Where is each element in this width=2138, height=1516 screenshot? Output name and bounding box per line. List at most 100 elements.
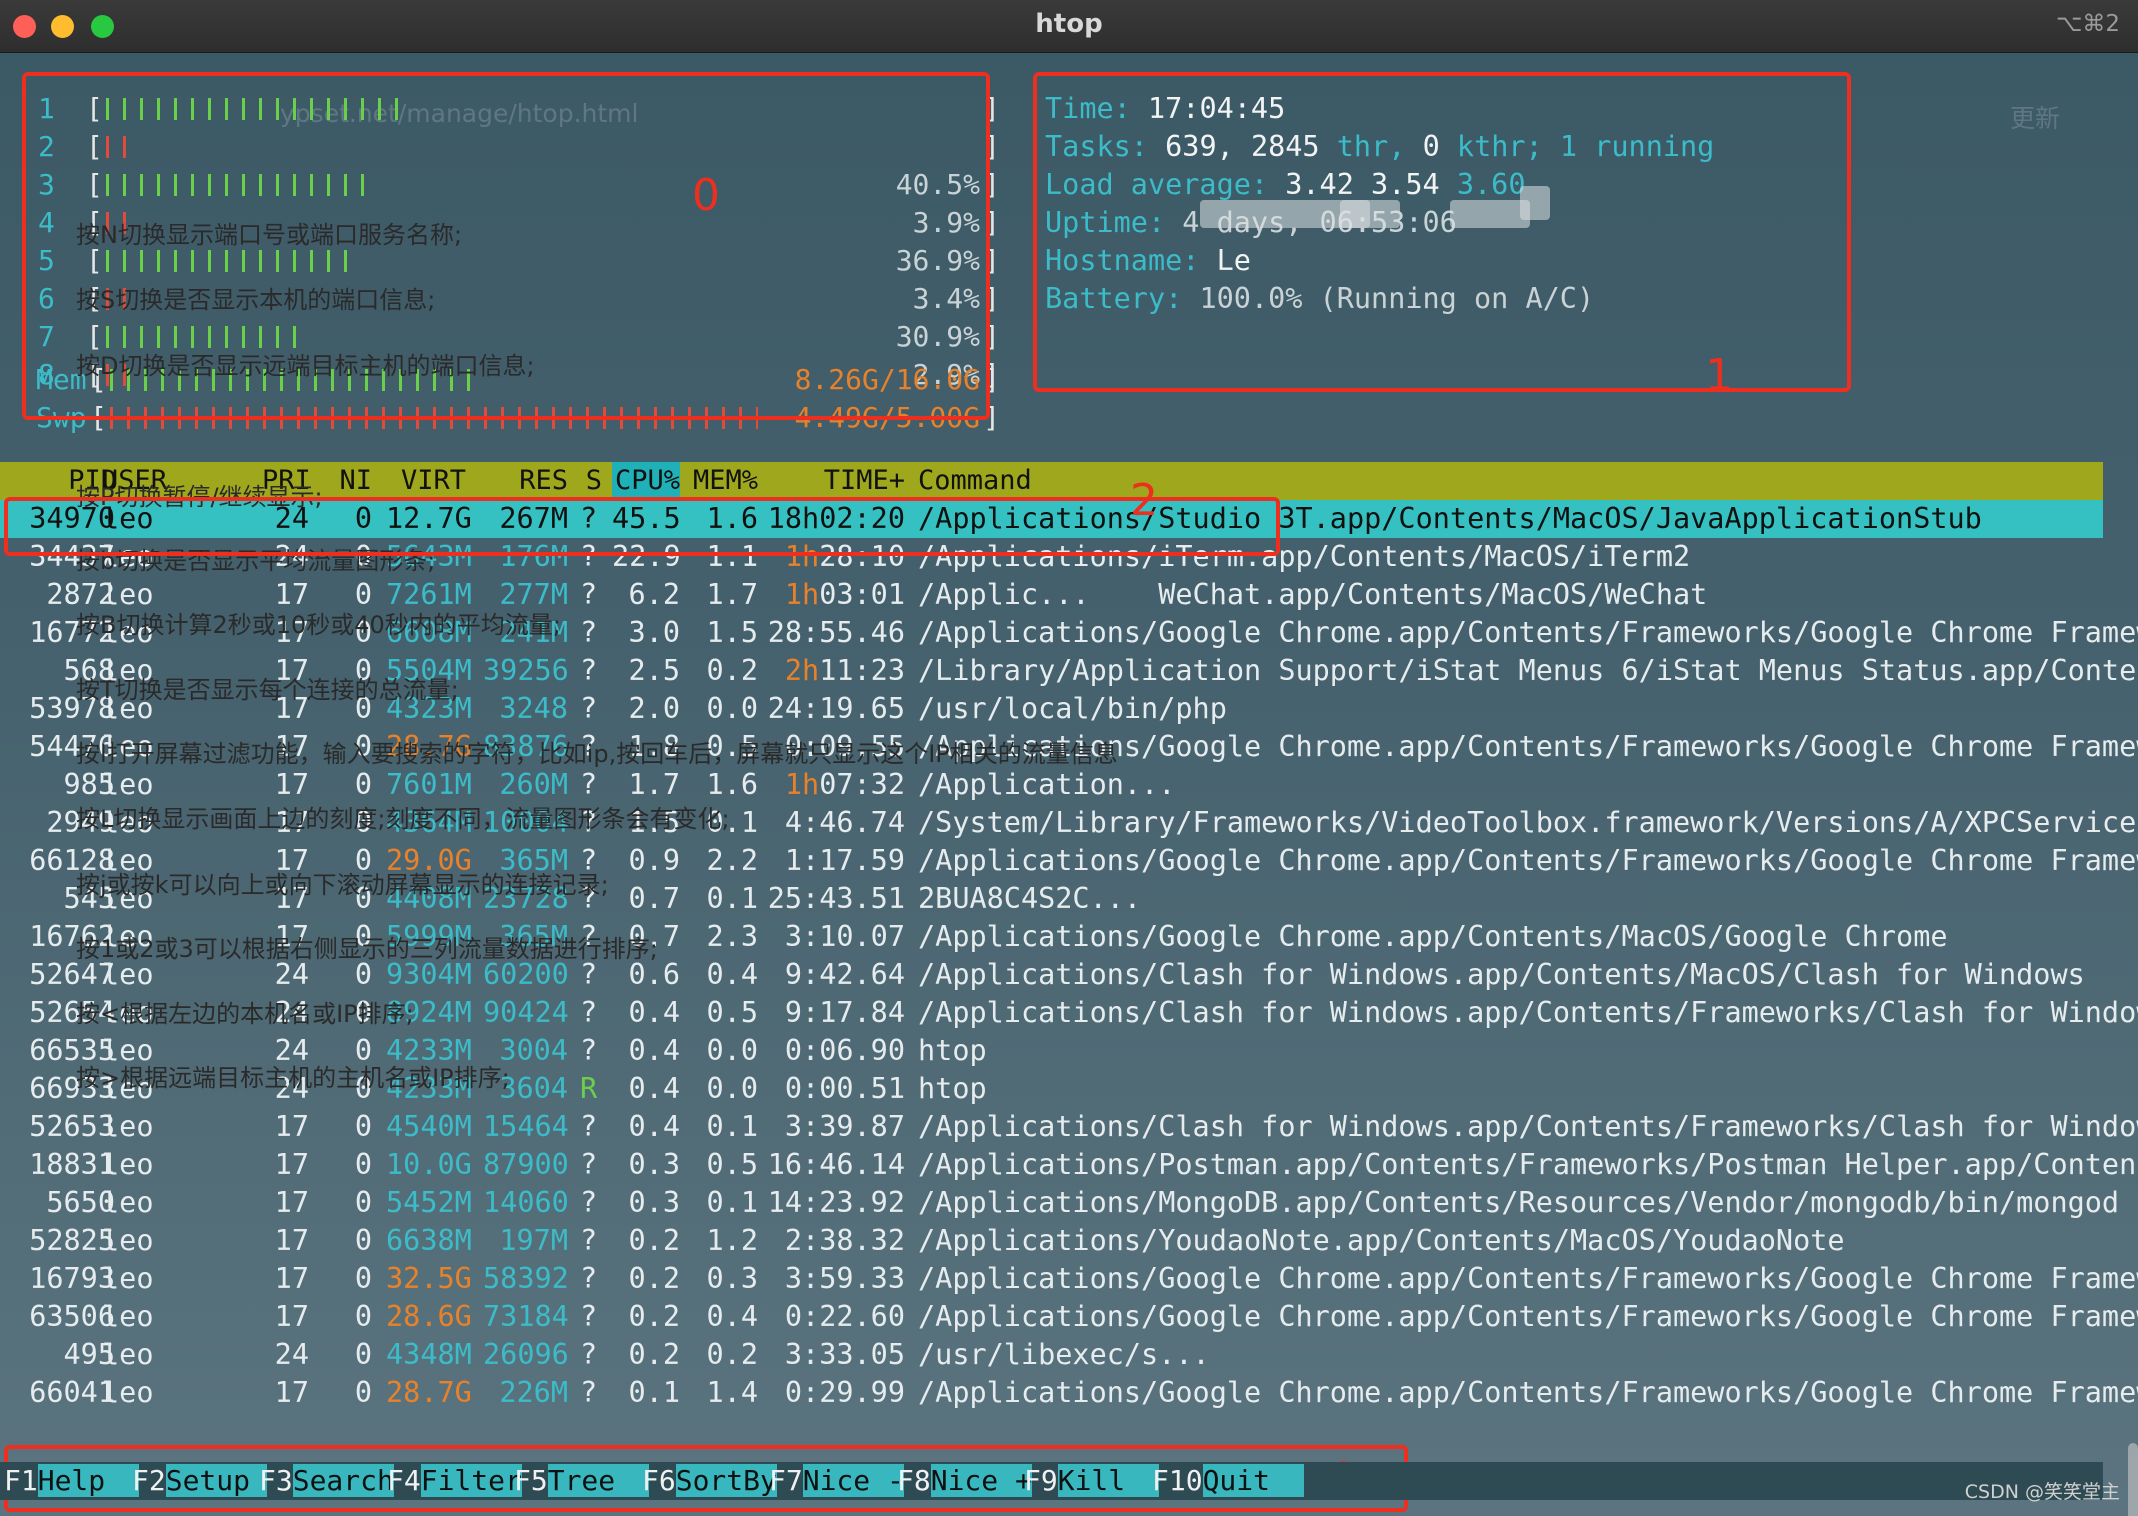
- process-ni: 0: [354, 1148, 372, 1181]
- help-note: 按T切换是否显示每个连接的总流量;: [76, 676, 459, 704]
- process-mem: 0.2: [706, 1338, 758, 1371]
- process-mem: 0.5: [706, 1148, 758, 1181]
- process-mem: 0.2: [706, 654, 758, 687]
- fkey-f1[interactable]: F1Help: [4, 1462, 139, 1500]
- process-ni: 0: [354, 1110, 372, 1143]
- process-time: 2:38.32: [760, 1222, 905, 1260]
- process-command: htop: [918, 1034, 987, 1067]
- process-virt: 4348M: [386, 1338, 472, 1371]
- process-time: 3:33.05: [760, 1336, 905, 1374]
- process-row[interactable]: 52653 leo 17 0 4540M 15464? 0.4 0.1 3:39.87/Appl…: [0, 1108, 2138, 1146]
- process-row[interactable]: 5650 leo 17 0 5452M 14060? 0.3 0.1 14:23.92/Appl…: [0, 1184, 2138, 1222]
- process-virt: 6638M: [386, 1224, 472, 1257]
- process-time-rest: 24:19.65: [767, 692, 905, 725]
- fkey-label: Nice -: [802, 1464, 904, 1497]
- process-pid: 18831: [29, 1148, 115, 1181]
- process-time: 0:00.51: [760, 1070, 905, 1108]
- process-ni: 0: [354, 1300, 372, 1333]
- process-s: ?: [580, 1110, 598, 1143]
- process-time: 28:55.46: [760, 614, 905, 652]
- help-note: 按l打开屏幕过滤功能，输入要搜索的字符，比如ip,按回车后，屏幕就只显示这个IP…: [76, 740, 1118, 768]
- process-s: ?: [580, 1034, 598, 1067]
- fkey-f2[interactable]: F2Setup: [132, 1462, 267, 1500]
- fkey-label: Search: [292, 1464, 394, 1497]
- process-res: 39256: [483, 654, 569, 687]
- process-mem: 0.1: [706, 1110, 758, 1143]
- process-res: 73184: [483, 1300, 569, 1333]
- fkey-number: F5: [514, 1464, 548, 1497]
- process-command: /Application...: [918, 768, 1176, 801]
- scrollbar[interactable]: [2128, 1443, 2138, 1516]
- process-mem: 0.1: [706, 1186, 758, 1219]
- process-row[interactable]: 495 leo 24 0 4348M 26096? 0.2 0.2 3:33.05/usr/li…: [0, 1336, 2103, 1374]
- process-mem: 0.0: [706, 1072, 758, 1105]
- process-cpu: 2.5: [628, 654, 680, 687]
- process-s: ?: [580, 1224, 598, 1257]
- process-time-rest: 1:17.59: [784, 844, 905, 877]
- column-header-res[interactable]: RES: [483, 462, 568, 500]
- process-cpu: 0.2: [628, 1224, 680, 1257]
- fkey-f4[interactable]: F4Filter: [387, 1462, 522, 1500]
- process-ni: 0: [354, 1186, 372, 1219]
- column-header-time[interactable]: TIME+: [780, 462, 905, 500]
- process-row[interactable]: 18831 leo 17 0 10.0G 87900? 0.3 0.5 16:46.14/App…: [0, 1146, 2138, 1184]
- fkey-f5[interactable]: F5Tree: [514, 1462, 649, 1500]
- fkey-label: Setup: [165, 1464, 267, 1497]
- fkey-label: Filter: [420, 1464, 522, 1497]
- process-row[interactable]: 63506 leo 17 0 28.6G 73184? 0.2 0.4 0:22.60/Appl…: [0, 1298, 2138, 1336]
- help-note: 按1或2或3可以根据右侧显示的三列流量数据进行排序;: [76, 935, 658, 963]
- process-time: 16:46.14: [760, 1146, 905, 1184]
- fkey-f8[interactable]: F8Nice +: [897, 1462, 1032, 1500]
- process-row[interactable]: 16793 leo 17 0 32.5G 58392? 0.2 0.3 3:59.33/Appl…: [0, 1260, 2138, 1298]
- process-time-rest: 3:33.05: [784, 1338, 905, 1371]
- process-pri: 17: [274, 1376, 309, 1409]
- process-time-rest: 28:55.46: [767, 616, 905, 649]
- fkey-f9[interactable]: F9Kill: [1024, 1462, 1159, 1500]
- process-pri: 17: [274, 1148, 309, 1181]
- process-row[interactable]: 66041 leo 17 0 28.7G 226M? 0.1 1.4 0:29.99/Appli…: [0, 1374, 2138, 1412]
- process-ni: 0: [354, 1376, 372, 1409]
- process-command: /Applications/Clash for Windows.app/Cont…: [918, 1110, 2138, 1143]
- process-res: 87900: [483, 1148, 569, 1181]
- process-time-rest: 07:32: [819, 768, 905, 801]
- column-header-virt[interactable]: VIRT: [386, 462, 466, 500]
- process-cpu: 3.0: [628, 616, 680, 649]
- fkey-number: F2: [132, 1464, 166, 1497]
- terminal-area[interactable]: ypset.net/manage/htop.html 更新 1[] 2[] 3[40…: [0, 53, 2138, 1516]
- process-ni: 0: [354, 1262, 372, 1295]
- fkey-f10[interactable]: F10Quit: [1152, 1462, 1304, 1500]
- process-s: ?: [580, 578, 598, 611]
- process-cpu: 0.9: [628, 844, 680, 877]
- process-ni: 0: [354, 1338, 372, 1371]
- process-cpu: 0.2: [628, 1338, 680, 1371]
- process-command: /Applications/YoudaoNote.app/Contents/Ma…: [918, 1224, 1845, 1257]
- process-virt: 28.7G: [386, 1376, 472, 1409]
- process-virt: 5452M: [386, 1186, 472, 1219]
- column-header-ni[interactable]: NI: [325, 462, 372, 500]
- help-note: 按L切换显示画面上边的刻度;刻度不同，流量图形条会有变化;: [76, 805, 730, 833]
- process-command: /usr/libexec/s...: [918, 1338, 1210, 1371]
- process-time: 2h11:23: [760, 652, 905, 690]
- column-header-s[interactable]: S: [580, 462, 602, 500]
- process-s: ?: [580, 692, 598, 725]
- fkey-f3[interactable]: F3Search: [259, 1462, 394, 1500]
- fkey-number: F7: [769, 1464, 803, 1497]
- process-time: 3:10.07: [760, 918, 905, 956]
- process-cpu: 2.0: [628, 692, 680, 725]
- process-row[interactable]: 52825 leo 17 0 6638M 197M? 0.2 1.2 2:38.32/Appli…: [0, 1222, 2103, 1260]
- process-ni: 0: [354, 1224, 372, 1257]
- process-time-hours: 2h: [784, 654, 820, 687]
- column-header-cpu[interactable]: CPU%: [612, 462, 680, 500]
- fkey-f6[interactable]: F6SortBy: [642, 1462, 777, 1500]
- column-header-command[interactable]: Command: [918, 462, 1032, 500]
- process-time-rest: 0:29.99: [784, 1376, 905, 1409]
- column-header-mem[interactable]: MEM%: [690, 462, 758, 500]
- fkey-f7[interactable]: F7Nice -: [769, 1462, 904, 1500]
- process-user: leo: [102, 1300, 154, 1333]
- process-s: ?: [580, 1376, 598, 1409]
- process-cpu: 0.7: [628, 882, 680, 915]
- process-s: ?: [580, 1186, 598, 1219]
- process-time-rest: 0:22.60: [784, 1300, 905, 1333]
- process-pri: 17: [274, 1262, 309, 1295]
- process-s: ?: [580, 1338, 598, 1371]
